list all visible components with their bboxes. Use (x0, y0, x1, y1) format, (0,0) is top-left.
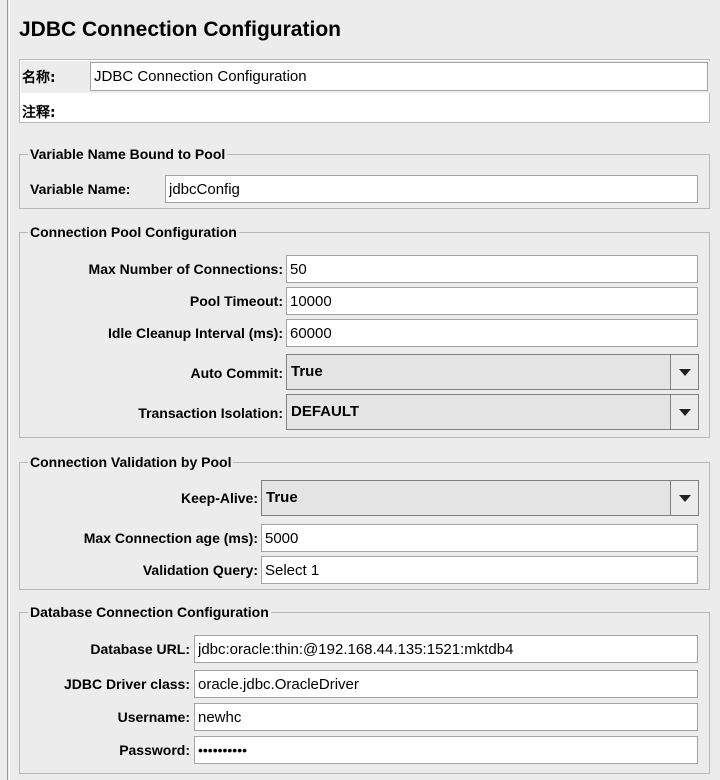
variable-name-field[interactable] (165, 175, 698, 203)
panel-left-highlight (9, 0, 10, 780)
variable-name-label: Variable Name: (30, 181, 131, 197)
keep-alive-value: True (266, 489, 298, 506)
keep-alive-dropdown[interactable]: True (261, 480, 699, 516)
jdbc-driver-class-field[interactable] (194, 670, 698, 698)
username-label: Username: (117, 709, 190, 725)
name-comments-box: 名称: 注释: (19, 59, 710, 123)
database-url-label: Database URL: (90, 641, 190, 657)
password-field[interactable] (194, 736, 698, 764)
comments-label: 注释: (22, 105, 56, 121)
username-field[interactable] (194, 703, 698, 731)
connection-pool-group-title: Connection Pool Configuration (28, 223, 239, 241)
transaction-isolation-label: Transaction Isolation: (138, 405, 283, 421)
database-url-field[interactable] (194, 635, 698, 663)
auto-commit-dropdown[interactable]: True (286, 354, 699, 390)
max-connection-age-field[interactable] (261, 524, 698, 552)
jdbc-driver-class-label: JDBC Driver class: (63, 676, 190, 692)
keep-alive-label: Keep-Alive: (180, 490, 258, 506)
name-field[interactable] (90, 62, 708, 91)
pool-timeout-label: Pool Timeout: (189, 293, 283, 309)
panel-left-border (7, 0, 8, 780)
database-connection-group-title: Database Connection Configuration (28, 603, 271, 621)
transaction-isolation-value: DEFAULT (291, 403, 360, 420)
transaction-isolation-arrow-button[interactable] (670, 395, 698, 429)
chevron-down-icon (679, 409, 691, 416)
pool-timeout-field[interactable] (286, 287, 698, 315)
idle-cleanup-label: Idle Cleanup Interval (ms): (107, 325, 283, 341)
transaction-isolation-dropdown[interactable]: DEFAULT (286, 394, 699, 430)
max-connections-label: Max Number of Connections: (88, 261, 283, 277)
connection-pool-group: Connection Pool Configuration Max Number… (19, 223, 710, 438)
connection-validation-group-title: Connection Validation by Pool (28, 453, 234, 471)
validation-query-label: Validation Query: (142, 562, 258, 578)
validation-query-field[interactable] (261, 556, 698, 584)
name-label: 名称: (22, 70, 56, 86)
auto-commit-arrow-button[interactable] (670, 355, 698, 389)
page-title: JDBC Connection Configuration (19, 18, 341, 41)
connection-validation-group: Connection Validation by Pool Keep-Alive… (19, 453, 710, 590)
chevron-down-icon (679, 495, 691, 502)
variable-name-group-title: Variable Name Bound to Pool (28, 145, 228, 163)
database-connection-group: Database Connection Configuration Databa… (19, 603, 710, 774)
comments-field[interactable] (82, 93, 709, 122)
keep-alive-arrow-button[interactable] (670, 481, 698, 515)
auto-commit-label: Auto Commit: (190, 365, 283, 381)
idle-cleanup-field[interactable] (286, 319, 698, 347)
max-connections-field[interactable] (286, 255, 698, 283)
variable-name-group: Variable Name Bound to Pool Variable Nam… (19, 145, 710, 209)
max-connection-age-label: Max Connection age (ms): (83, 530, 258, 546)
chevron-down-icon (679, 369, 691, 376)
password-label: Password: (119, 742, 190, 758)
auto-commit-value: True (291, 363, 323, 380)
